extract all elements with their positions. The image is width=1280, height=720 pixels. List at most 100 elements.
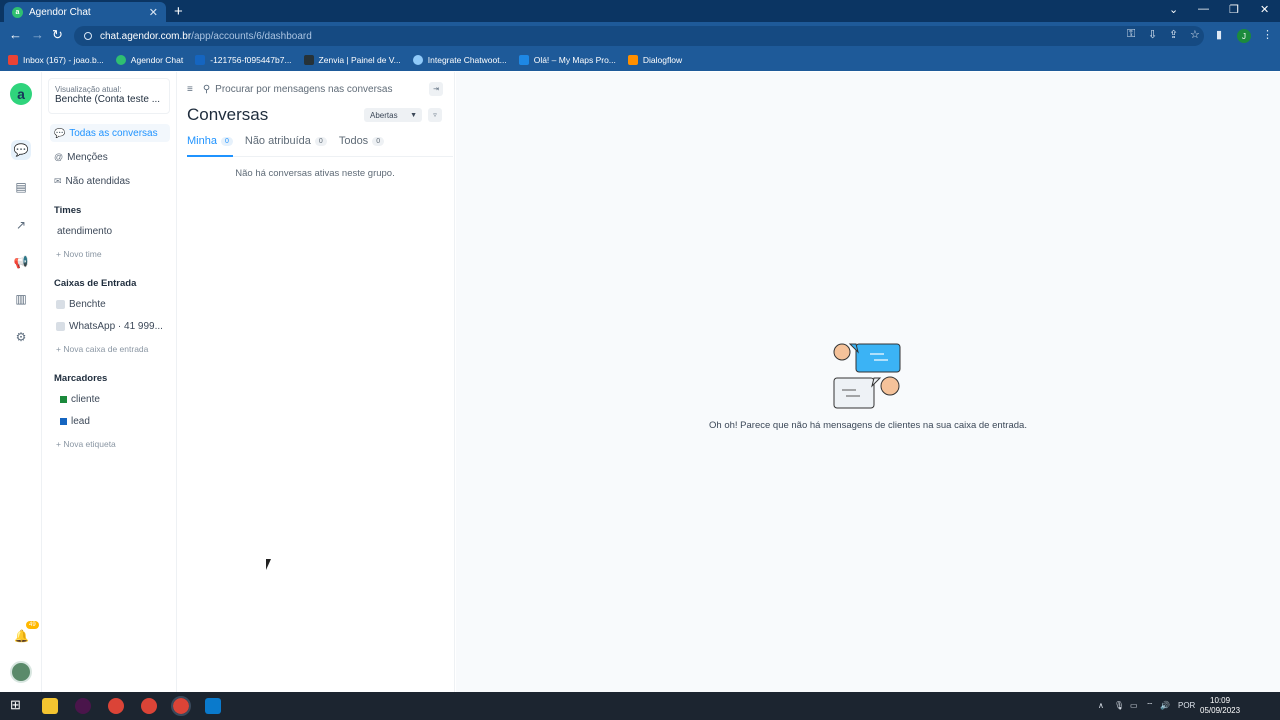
bookmark-chatwoot[interactable]: Integrate Chatwoot... <box>412 55 507 65</box>
tab-search-icon[interactable]: ⌄ <box>1169 3 1178 16</box>
bookmark-star-icon[interactable]: ☆ <box>1190 28 1200 41</box>
windows-start-icon[interactable]: ⊞ <box>10 697 26 713</box>
whatsapp-icon <box>56 322 65 331</box>
tab-close-icon[interactable]: ✕ <box>149 6 158 19</box>
chat-bubble-icon: 💬 <box>54 127 66 138</box>
tab-count: 0 <box>220 137 233 146</box>
notification-badge: 49 <box>26 621 39 629</box>
new-label-link[interactable]: + Nova etiqueta <box>56 439 116 449</box>
bookmark-doc[interactable]: -121756-f095447b7... <box>195 55 292 65</box>
browser-tabstrip: a Agendor Chat ✕ + ⌄ — ❐ ✕ <box>0 0 1280 22</box>
empty-inbox-illustration <box>833 343 901 409</box>
browser-tab[interactable]: a Agendor Chat ✕ <box>4 2 166 22</box>
sidebar-item-unattended[interactable]: ✉ Não atendidas <box>50 172 170 190</box>
bookmark-gmail[interactable]: Inbox (167) - joao.b... <box>8 55 104 65</box>
sidebar-item-team[interactable]: atendimento <box>57 226 112 237</box>
app-logo[interactable]: a <box>10 83 32 105</box>
share-icon[interactable]: ⇪ <box>1169 28 1178 41</box>
label-color-dot <box>60 396 67 403</box>
labels-heading: Marcadores <box>54 373 108 384</box>
new-team-link[interactable]: + Novo time <box>56 249 102 259</box>
conversations-icon[interactable]: 💬 <box>11 140 31 160</box>
bookmarks-bar: Inbox (167) - joao.b... Agendor Chat -12… <box>0 49 1280 71</box>
language-indicator[interactable]: POR <box>1178 701 1195 710</box>
sidebar-item-inbox-benchte[interactable]: Benchte <box>56 299 106 310</box>
tab-count: 0 <box>314 137 327 146</box>
toggle-panel-icon[interactable]: ⇥ <box>429 82 443 96</box>
profile-avatar[interactable]: J <box>1237 29 1251 43</box>
reload-icon[interactable]: ↻ <box>52 27 63 43</box>
tray-chevron-up-icon[interactable]: ∧ <box>1098 701 1104 710</box>
sidebar-item-mentions[interactable]: @ Menções <box>50 148 170 166</box>
account-name: Benchte (Conta teste ... <box>55 94 161 105</box>
tab-unassigned[interactable]: Não atribuída 0 <box>245 132 327 157</box>
browser-menu-icon[interactable]: ⋮ <box>1262 28 1273 41</box>
tab-all[interactable]: Todos 0 <box>339 132 385 157</box>
search-input[interactable]: Procurar por mensagens nas conversas <box>215 84 392 95</box>
restore-icon[interactable]: ❐ <box>1229 3 1239 16</box>
shield-icon <box>518 55 529 65</box>
at-icon: @ <box>54 152 64 162</box>
key-icon[interactable]: ⚿ <box>1127 28 1135 41</box>
sidebar-item-label-lead[interactable]: lead <box>60 416 90 427</box>
inbox-web-icon <box>56 300 65 309</box>
microphone-icon[interactable]: 🎙 <box>1114 701 1124 710</box>
notification-bell-icon[interactable]: 🔔 <box>14 629 29 643</box>
sidebar-item-inbox-whatsapp[interactable]: WhatsApp · 41 999... <box>56 321 163 332</box>
new-inbox-link[interactable]: + Nova caixa de entrada <box>56 344 148 354</box>
bookmark-mymaps[interactable]: Olá! – My Maps Pro... <box>518 55 616 65</box>
page-title: Conversas <box>187 105 269 124</box>
bookmark-agendor[interactable]: Agendor Chat <box>115 55 183 65</box>
windows-taskbar: ⊞ ∧ 🎙 ▭ ⌔ 🔊 POR 10:09 05/09/2023 <box>0 692 1280 720</box>
library-icon[interactable]: ▥ <box>11 289 31 309</box>
window-close-icon[interactable]: ✕ <box>1260 3 1269 16</box>
bookmark-dialogflow[interactable]: Dialogflow <box>627 55 682 65</box>
back-icon[interactable]: ← <box>9 27 22 42</box>
bookmark-zenvia[interactable]: Zenvia | Painel de V... <box>303 55 401 65</box>
label-color-dot <box>60 418 67 425</box>
chrome-icon[interactable] <box>141 698 157 714</box>
user-avatar[interactable] <box>10 661 32 683</box>
reports-icon[interactable]: ↗ <box>11 215 31 235</box>
sidebar-item-label-cliente[interactable]: cliente <box>60 394 100 405</box>
filter-icon[interactable]: ▿ <box>428 108 442 122</box>
dialogflow-icon <box>627 55 638 65</box>
tab-mine[interactable]: Minha 0 <box>187 132 233 157</box>
status-filter-select[interactable]: Abertas ▼ <box>364 108 422 122</box>
sidebar-item-all-conversations[interactable]: 💬 Todas as conversas <box>50 124 170 142</box>
chrome-active-icon[interactable] <box>171 696 191 716</box>
search-bar[interactable]: ≡ ⚲ Procurar por mensagens nas conversas… <box>187 80 443 98</box>
agendor-icon <box>115 55 126 65</box>
address-bar-row: ← → ↻ chat.agendor.com.br/app/accounts/6… <box>0 22 1280 49</box>
wifi-icon[interactable]: ⌔ <box>1146 701 1154 711</box>
url-domain: chat.agendor.com.br <box>100 30 192 42</box>
mail-icon: ✉ <box>54 175 62 186</box>
clock-date: 05/09/2023 <box>1200 706 1241 715</box>
clock-time: 10:09 <box>1210 696 1231 705</box>
vscode-icon[interactable] <box>205 698 221 714</box>
secondary-sidebar: Visualização atual: Benchte (Conta teste… <box>42 72 177 692</box>
side-panel-icon[interactable]: ▮ <box>1216 28 1222 41</box>
file-explorer-icon[interactable] <box>42 698 58 714</box>
settings-gear-icon[interactable]: ⚙ <box>11 327 31 347</box>
chrome-icon[interactable] <box>108 698 124 714</box>
volume-icon[interactable]: 🔊 <box>1160 701 1170 710</box>
hamburger-icon[interactable]: ≡ <box>187 84 193 95</box>
new-tab-button[interactable]: + <box>174 3 183 20</box>
url-field[interactable]: chat.agendor.com.br/app/accounts/6/dashb… <box>74 26 1204 46</box>
account-switcher[interactable]: Visualização atual: Benchte (Conta teste… <box>48 78 170 114</box>
contacts-icon[interactable]: ▤ <box>11 177 31 197</box>
lock-icon <box>84 32 92 40</box>
install-icon[interactable]: ⇩ <box>1148 28 1157 41</box>
battery-icon[interactable]: ▭ <box>1130 701 1138 710</box>
slack-icon[interactable] <box>75 698 91 714</box>
url-path: /app/accounts/6/dashboard <box>191 30 312 42</box>
search-icon: ⚲ <box>202 83 211 95</box>
doc-icon <box>195 55 206 65</box>
taskbar-clock[interactable]: 10:09 05/09/2023 <box>1200 696 1240 716</box>
empty-conversations-message: Não há conversas ativas neste grupo. <box>235 168 395 179</box>
forward-icon[interactable]: → <box>31 27 44 42</box>
gmail-icon <box>8 55 18 65</box>
minimize-icon[interactable]: — <box>1198 3 1209 15</box>
campaigns-icon[interactable]: 📢 <box>11 252 31 272</box>
